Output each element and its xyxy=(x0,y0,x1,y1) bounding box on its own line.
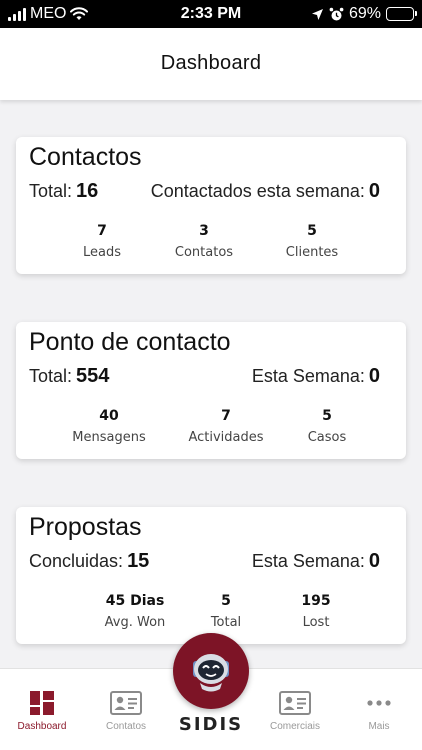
stat-value: 7 xyxy=(221,408,231,424)
stat-label: Mensagens xyxy=(72,430,146,445)
more-icon xyxy=(367,700,391,706)
total-value: 15 xyxy=(127,550,150,572)
tab-contatos[interactable]: Contatos xyxy=(84,669,168,750)
stat-label: Clientes xyxy=(285,245,339,260)
battery-percent: 69% xyxy=(348,5,381,22)
alarm-icon xyxy=(329,7,344,20)
stat-lost: 195 Lost xyxy=(261,593,371,630)
card-title: Ponto de contacto xyxy=(29,328,231,356)
stat-label: Leads xyxy=(82,245,121,260)
stat-value: 195 xyxy=(301,593,331,609)
stat-label: Contatos xyxy=(174,245,234,260)
card-title: Contactos xyxy=(29,143,142,171)
week-group: Esta Semana: 0 xyxy=(252,550,380,573)
stat-mensagens: 40 Mensagens xyxy=(54,408,164,445)
contactos-card[interactable]: Contactos Total: 16 Contactados esta sema… xyxy=(16,137,406,274)
week-label: Esta Semana: xyxy=(251,366,365,386)
contact-card-icon xyxy=(110,691,142,715)
total-group: Concluidas: 15 xyxy=(29,550,149,573)
stat-casos: 5 Casos xyxy=(272,408,382,445)
stat-label: Actividades xyxy=(188,430,264,445)
center-robot-button[interactable] xyxy=(173,633,249,709)
stat-contatos: 3 Contatos xyxy=(149,223,259,260)
total-value: 16 xyxy=(76,180,99,202)
location-arrow-icon xyxy=(311,8,323,20)
total-group: Total: 554 xyxy=(29,365,109,388)
week-group: Esta Semana: 0 xyxy=(252,365,380,388)
summary-row: Concluidas: 15 Esta Semana: 0 xyxy=(29,550,380,573)
battery-icon xyxy=(386,7,417,21)
stat-value: 5 xyxy=(322,408,332,424)
summary-row: Total: 16 Contactados esta semana: 0 xyxy=(29,180,380,203)
stat-value: 7 xyxy=(97,223,107,239)
stat-label: Casos xyxy=(307,430,347,445)
stat-value: 3 xyxy=(199,223,209,239)
week-label: Esta Semana: xyxy=(251,551,365,571)
total-value: 554 xyxy=(76,365,110,387)
week-value: 0 xyxy=(368,365,380,387)
total-label: Total: xyxy=(29,181,73,201)
summary-row: Total: 554 Esta Semana: 0 xyxy=(29,365,380,388)
stat-actividades: 7 Actividades xyxy=(171,408,281,445)
ponto-de-contacto-card[interactable]: Ponto de contacto Total: 554 Esta Semana:… xyxy=(16,322,406,459)
stat-label: Lost xyxy=(302,615,330,630)
navigation-header: Dashboard xyxy=(0,28,422,100)
total-label: Total: xyxy=(29,366,73,386)
status-bar: MEO 2:33 PM 69% xyxy=(0,0,422,28)
total-label: Concluidas: xyxy=(29,551,124,571)
robot-icon xyxy=(193,654,229,692)
contact-card-icon xyxy=(279,691,311,715)
week-value: 0 xyxy=(368,180,380,202)
stat-value: 40 xyxy=(99,408,119,424)
week-group: Contactados esta semana: 0 xyxy=(151,180,380,203)
week-value: 0 xyxy=(368,550,380,572)
propostas-card[interactable]: Propostas Concluidas: 15 Esta Semana: 0 45… xyxy=(16,507,406,644)
tab-dashboard[interactable]: Dashboard xyxy=(0,669,84,750)
stat-leads: 7 Leads xyxy=(47,223,157,260)
tab-comerciais[interactable]: Comerciais xyxy=(253,669,337,750)
total-group: Total: 16 xyxy=(29,180,98,203)
stat-clientes: 5 Clientes xyxy=(257,223,367,260)
tab-mais[interactable]: Mais xyxy=(337,669,421,750)
card-title: Propostas xyxy=(29,513,142,541)
dashboard-icon xyxy=(30,691,54,715)
sidis-logo: SIDIS xyxy=(178,714,244,735)
stat-value: 5 xyxy=(307,223,317,239)
page-title: Dashboard xyxy=(160,52,262,74)
week-label: Contactados esta semana: xyxy=(150,181,365,201)
